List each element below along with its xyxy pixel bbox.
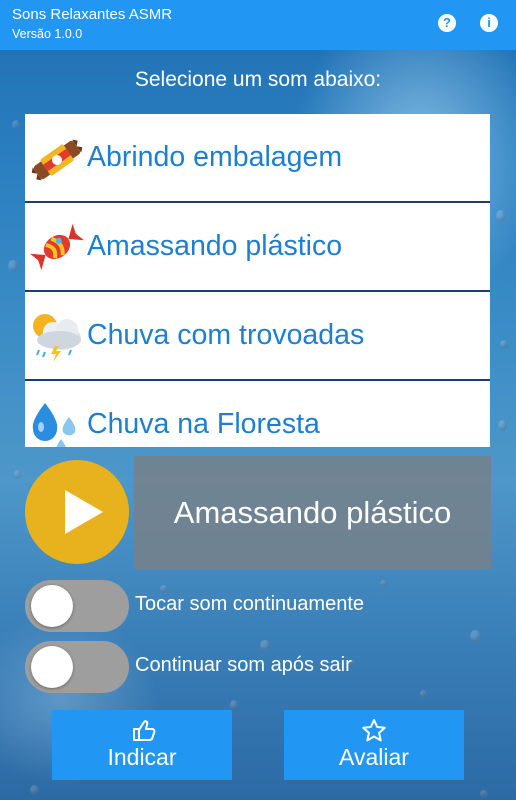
- info-icon[interactable]: i: [480, 14, 498, 32]
- help-icon[interactable]: ?: [438, 14, 456, 32]
- loop-toggle[interactable]: [25, 580, 129, 632]
- loop-toggle-label: Tocar som continuamente: [135, 593, 365, 615]
- sound-label: Abrindo embalagem: [87, 141, 343, 173]
- play-icon: [65, 490, 103, 534]
- sound-label: Chuva na Floresta: [87, 408, 320, 440]
- background-play-toggle[interactable]: [25, 641, 129, 693]
- share-button-label: Indicar: [107, 744, 177, 770]
- raindrops-icon: [27, 395, 87, 447]
- list-item[interactable]: Chuva com trovoadas: [25, 292, 490, 381]
- rate-button[interactable]: Avaliar: [284, 710, 464, 780]
- candy-bar-icon: [27, 128, 87, 188]
- thumbs-up-icon: [52, 718, 232, 742]
- star-icon: [284, 718, 464, 742]
- thunderstorm-cloud-icon: [27, 306, 87, 366]
- sound-label: Chuva com trovoadas: [87, 319, 365, 351]
- toggle-knob: [31, 585, 73, 627]
- toggle-knob: [31, 646, 73, 688]
- select-sound-prompt: Selecione um som abaixo:: [134, 68, 382, 91]
- list-item[interactable]: Amassando plástico: [25, 203, 490, 292]
- rate-button-label: Avaliar: [339, 744, 409, 770]
- background-play-toggle-label: Continuar som após sair: [135, 654, 352, 676]
- sound-list[interactable]: Abrindo embalagem Amassando plástico Chu…: [25, 114, 490, 447]
- now-playing-label: Amassando plástico: [134, 456, 491, 569]
- app-version: Versão 1.0.0: [12, 27, 83, 41]
- share-button[interactable]: Indicar: [52, 710, 232, 780]
- wrapped-candy-icon: [27, 217, 87, 277]
- list-item[interactable]: Chuva na Floresta: [25, 381, 490, 447]
- app-bar: Sons Relaxantes ASMR Versão 1.0.0 ? i: [0, 0, 516, 50]
- play-button[interactable]: [25, 460, 129, 564]
- sound-label: Amassando plástico: [87, 230, 343, 262]
- app-title: Sons Relaxantes ASMR: [12, 6, 173, 23]
- list-item[interactable]: Abrindo embalagem: [25, 114, 490, 203]
